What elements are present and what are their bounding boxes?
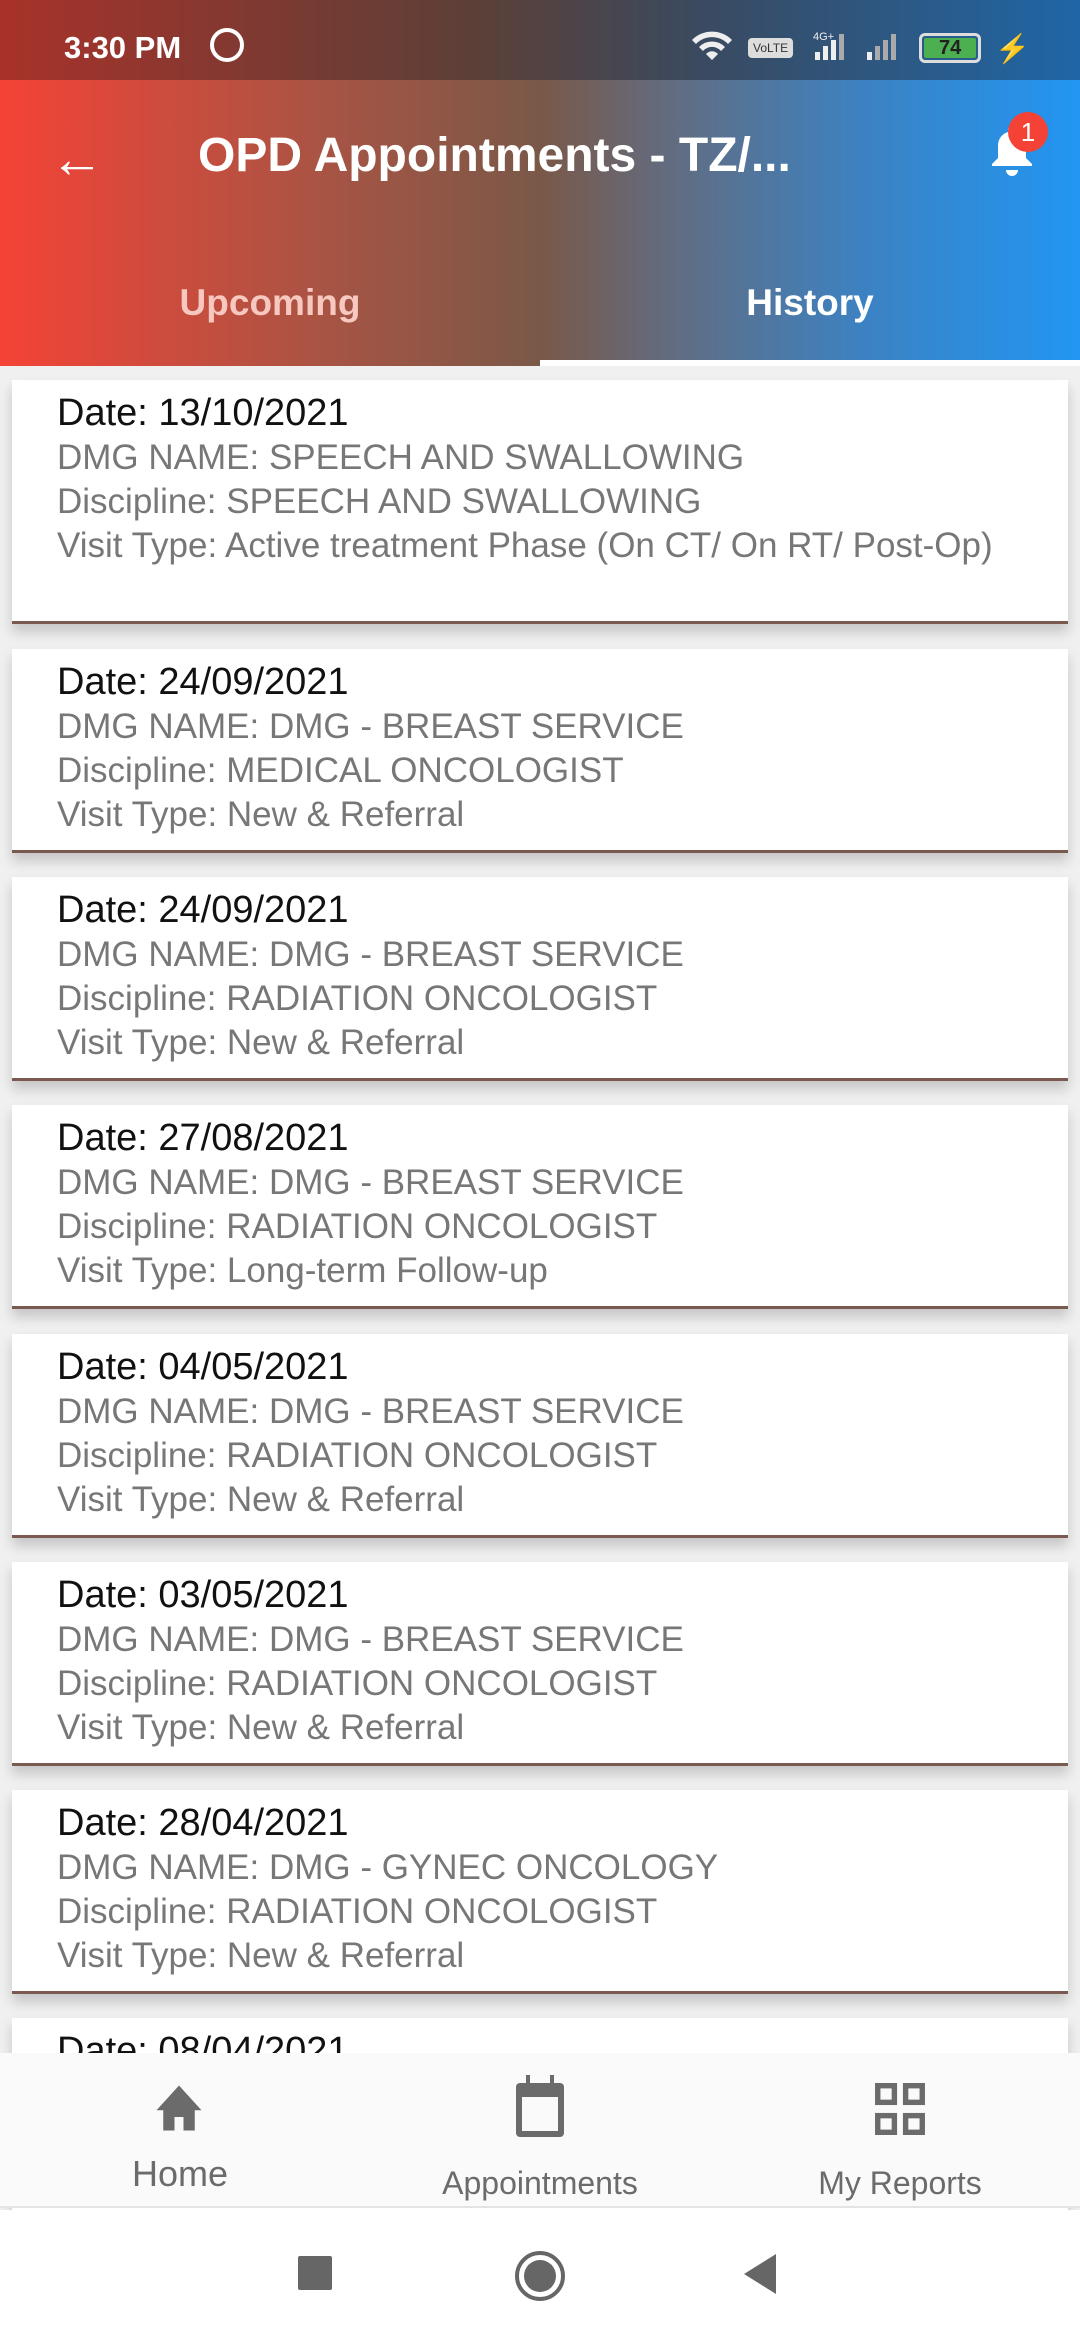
appointment-visit: Visit Type: New & Referral: [57, 1708, 465, 1747]
appointment-date: Date: 28/04/2021: [57, 1802, 349, 1844]
appointment-visit: Visit Type: New & Referral: [57, 795, 465, 834]
signal-icon: 4G+: [807, 30, 851, 66]
appointment-date: Date: 24/09/2021: [57, 661, 349, 703]
appointment-dmg: DMG NAME: DMG - BREAST SERVICE: [57, 707, 684, 746]
appointment-card[interactable]: Date: 24/09/2021 DMG NAME: DMG - BREAST S…: [12, 649, 1068, 853]
appointment-dmg: DMG NAME: DMG - BREAST SERVICE: [57, 1163, 684, 1202]
tab-history[interactable]: History: [540, 240, 1080, 366]
nav-appointments-label: Appointments: [442, 2165, 638, 2201]
nav-my-reports-label: My Reports: [818, 2165, 982, 2201]
wifi-icon: [690, 28, 734, 68]
appointment-visit: Visit Type: Long-term Follow-up: [57, 1251, 548, 1290]
appointment-dmg: DMG NAME: DMG - GYNEC ONCOLOGY: [57, 1848, 719, 1887]
appointment-date: Date: 24/09/2021: [57, 889, 349, 931]
nav-home-label: Home: [131, 2153, 229, 2194]
appointment-date: Date: 27/08/2021: [57, 1117, 349, 1159]
tab-upcoming[interactable]: Upcoming: [0, 240, 540, 366]
appointment-date: Date: 03/05/2021: [57, 1574, 349, 1616]
recents-icon[interactable]: [298, 2256, 332, 2290]
back-button[interactable]: ←: [50, 132, 104, 186]
home-icon: [156, 2085, 202, 2131]
appointment-dmg: DMG NAME: SPEECH AND SWALLOWING: [57, 438, 745, 477]
appointment-card[interactable]: Date: 28/04/2021 DMG NAME: DMG - GYNEC ON…: [12, 1790, 1068, 1994]
appointment-discipline: Discipline: SPEECH AND SWALLOWING: [57, 482, 702, 521]
appointment-date: Date: 04/05/2021: [57, 1346, 349, 1388]
tab-indicator: [540, 360, 1080, 366]
svg-text:4G+: 4G+: [813, 31, 834, 43]
appointment-discipline: Discipline: RADIATION ONCOLOGIST: [57, 1207, 658, 1246]
calendar-icon: [516, 2075, 564, 2137]
charging-icon: ⚡: [995, 32, 1030, 64]
appointment-dmg: DMG NAME: DMG - BREAST SERVICE: [57, 1620, 684, 1659]
appointment-card[interactable]: Date: 27/08/2021 DMG NAME: DMG - BREAST S…: [12, 1105, 1068, 1309]
appointment-discipline: Discipline: RADIATION ONCOLOGIST: [57, 1892, 658, 1931]
nav-home[interactable]: Home: [0, 2053, 360, 2208]
nav-my-reports[interactable]: My Reports: [720, 2053, 1080, 2208]
appointment-card[interactable]: Date: 13/10/2021 DMG NAME: SPEECH AND SWA…: [12, 380, 1068, 624]
app-bar: ← OPD Appointments - TZ/... 1 Upcoming H…: [0, 80, 1080, 366]
appointment-discipline: Discipline: RADIATION ONCOLOGIST: [57, 1664, 658, 1703]
status-bar: 3:30 PM VoLTE 4G+ 74 ⚡: [0, 0, 1080, 80]
battery-icon: 74: [919, 33, 982, 63]
home-circle-icon[interactable]: [514, 2250, 566, 2302]
appointment-discipline: Discipline: RADIATION ONCOLOGIST: [57, 1436, 658, 1475]
appointment-discipline: Discipline: MEDICAL ONCOLOGIST: [57, 751, 624, 790]
appointment-visit: Visit Type: New & Referral: [57, 1480, 465, 1519]
page-title: OPD Appointments - TZ/...: [198, 129, 791, 182]
appointment-dmg: DMG NAME: DMG - BREAST SERVICE: [57, 1392, 684, 1431]
dnd-icon: [210, 28, 244, 62]
signal-2-icon: [865, 30, 905, 66]
appointment-visit: Visit Type: New & Referral: [57, 1023, 465, 1062]
system-nav-bar: [0, 2210, 1080, 2340]
appointment-visit: Visit Type: New & Referral: [57, 1936, 465, 1975]
grid-icon: [875, 2083, 925, 2135]
appointment-discipline: Discipline: RADIATION ONCOLOGIST: [57, 979, 658, 1018]
appointment-card[interactable]: Date: 04/05/2021 DMG NAME: DMG - BREAST S…: [12, 1334, 1068, 1538]
appointment-date: Date: 13/10/2021: [57, 392, 349, 434]
notification-badge: 1: [1008, 112, 1048, 152]
appointment-dmg: DMG NAME: DMG - BREAST SERVICE: [57, 935, 684, 974]
appointment-visit: Visit Type: Active treatment Phase (On C…: [57, 526, 993, 565]
appointment-card[interactable]: Date: 24/09/2021 DMG NAME: DMG - BREAST S…: [12, 877, 1068, 1081]
status-time: 3:30 PM: [64, 30, 182, 65]
back-triangle-icon[interactable]: [744, 2254, 776, 2294]
nav-appointments[interactable]: Appointments: [360, 2053, 720, 2208]
bottom-nav: Home Appointments My Reports: [0, 2053, 1080, 2208]
volte-icon: VoLTE: [747, 38, 794, 58]
appointment-card[interactable]: Date: 03/05/2021 DMG NAME: DMG - BREAST S…: [12, 1562, 1068, 1766]
